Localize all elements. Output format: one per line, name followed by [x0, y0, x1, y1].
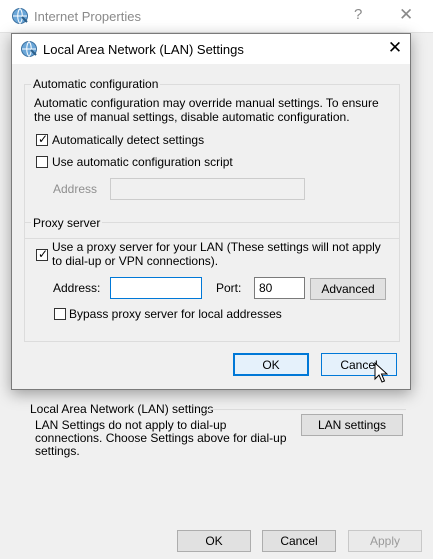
cancel-button[interactable]: Cancel	[262, 530, 336, 552]
lan-settings-dialog: Local Area Network (LAN) Settings ✕ Auto…	[11, 33, 411, 390]
globe-icon	[20, 40, 38, 58]
bypass-local-checkbox[interactable]	[54, 308, 66, 320]
advanced-button[interactable]: Advanced	[310, 278, 386, 300]
bypass-local-label[interactable]: Bypass proxy server for local addresses	[69, 307, 282, 321]
proxy-server-legend: Proxy server	[31, 216, 103, 230]
use-proxy-checkbox[interactable]: ✓	[36, 247, 49, 261]
globe-icon	[11, 7, 29, 25]
internet-properties-title: Internet Properties	[34, 9, 141, 24]
lan-settings-description: LAN Settings do not apply to dial-up con…	[35, 418, 287, 458]
proxy-port-label: Port:	[216, 281, 242, 295]
lan-settings-button[interactable]: LAN settings	[301, 414, 403, 436]
script-address-input[interactable]	[110, 178, 305, 200]
detect-settings-label[interactable]: Automatically detect settings	[52, 133, 204, 147]
checkmark-icon: ✓	[38, 132, 49, 146]
auto-config-script-label[interactable]: Use automatic configuration script	[52, 155, 233, 169]
script-address-label: Address	[53, 182, 98, 196]
auto-config-script-checkbox[interactable]	[36, 156, 48, 168]
proxy-address-input[interactable]	[110, 277, 202, 299]
dialog-title: Local Area Network (LAN) Settings	[43, 42, 244, 57]
automatic-configuration-legend: Automatic configuration	[31, 77, 161, 91]
mouse-cursor-icon	[374, 362, 388, 384]
checkmark-icon: ✓	[38, 247, 49, 261]
dialog-titlebar: Local Area Network (LAN) Settings ✕	[12, 34, 410, 64]
proxy-port-input[interactable]: 80	[254, 277, 305, 299]
proxy-address-label: Address:	[53, 281, 101, 295]
lan-settings-group-label: Local Area Network (LAN) settings	[30, 402, 214, 416]
auto-config-description: Automatic configuration may override man…	[34, 96, 379, 124]
ok-button[interactable]: OK	[177, 530, 251, 552]
apply-button[interactable]: Apply	[348, 530, 422, 552]
group-divider	[206, 409, 406, 410]
dialog-ok-button[interactable]: OK	[233, 353, 309, 376]
detect-settings-checkbox[interactable]: ✓	[36, 132, 49, 146]
close-icon[interactable]: ✕	[399, 5, 413, 25]
help-icon[interactable]: ?	[354, 6, 362, 23]
footer-bar: OK Cancel Apply	[0, 519, 433, 559]
close-icon[interactable]: ✕	[385, 38, 405, 58]
internet-properties-titlebar: Internet Properties ? ✕	[0, 0, 433, 33]
use-proxy-label[interactable]: Use a proxy server for your LAN (These s…	[52, 240, 392, 268]
